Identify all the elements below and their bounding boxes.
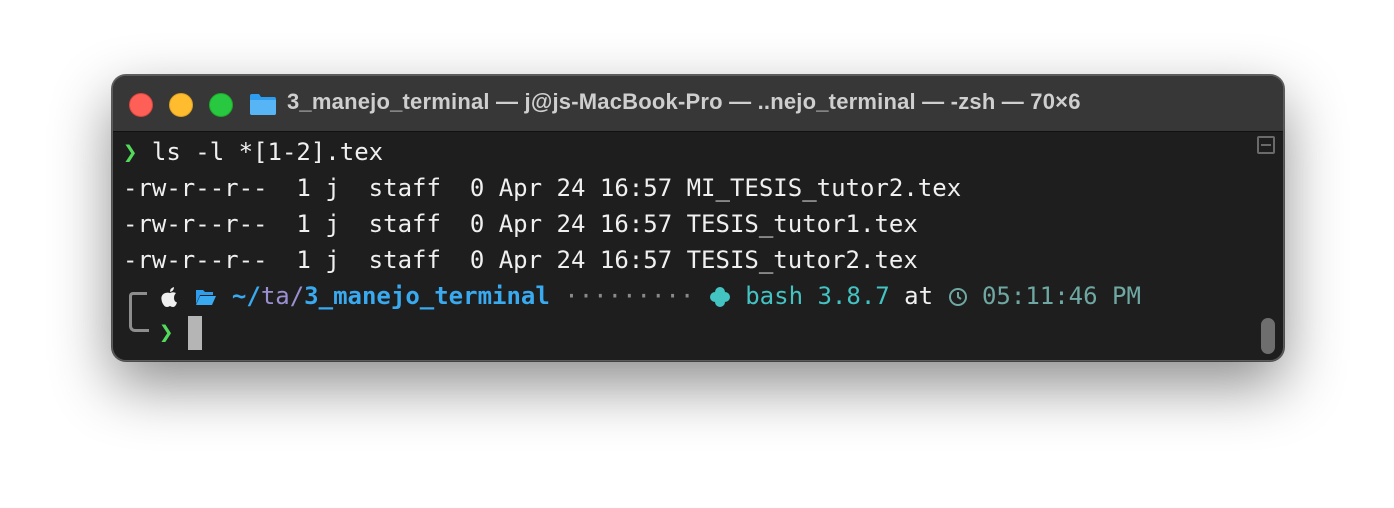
file-name: TESIS_tutor2.tex: [686, 246, 918, 274]
file-perms: -rw-r--r--: [123, 246, 268, 274]
title-bar[interactable]: 3_manejo_terminal — j@js-MacBook-Pro — .…: [113, 76, 1283, 132]
file-month: Apr: [498, 174, 543, 202]
command-line: ❯ ls -l *[1-2].tex: [123, 134, 1253, 170]
shell-version: bash 3.8.7: [745, 282, 890, 310]
file-day: 24: [556, 210, 586, 238]
clover-icon: [709, 287, 730, 307]
at-label: at: [904, 282, 934, 310]
path-prefix: ~/: [231, 282, 261, 310]
prompt-corner-top: [123, 278, 159, 314]
path-mid: ta/: [260, 282, 305, 310]
file-time: 16:57: [599, 246, 673, 274]
open-folder-icon: [196, 290, 217, 305]
prompt-symbol: ❯: [123, 138, 138, 166]
folder-icon: [250, 94, 276, 115]
file-links: 1: [296, 174, 311, 202]
file-size: 0: [469, 174, 485, 202]
terminal-content[interactable]: ❯ ls -l *[1-2].tex -rw-r--r-- 1 j staff …: [123, 134, 1253, 350]
file-links: 1: [296, 246, 311, 274]
file-month: Apr: [498, 246, 543, 274]
file-owner: j: [325, 174, 340, 202]
prompt-status-line: ~/ta/3_manejo_terminal ········· bash 3.…: [123, 278, 1253, 314]
path-current: 3_manejo_terminal: [304, 282, 550, 310]
file-perms: -rw-r--r--: [123, 174, 268, 202]
command-text: ls -l *[1-2].tex: [137, 138, 384, 166]
file-size: 0: [469, 210, 485, 238]
file-perms: -rw-r--r--: [123, 210, 268, 238]
file-group: staff: [368, 246, 441, 274]
prompt-separator-dots: ·········: [564, 282, 695, 310]
file-group: staff: [368, 210, 441, 238]
terminal-window: 3_manejo_terminal — j@js-MacBook-Pro — .…: [112, 75, 1284, 361]
split-pane-icon[interactable]: [1257, 136, 1275, 154]
listing-row: -rw-r--r-- 1 j staff 0 Apr 24 16:57 MI_T…: [123, 170, 1253, 206]
text-cursor: [187, 316, 202, 350]
input-prompt-symbol: ❯: [159, 318, 174, 346]
close-button[interactable]: [129, 93, 153, 117]
file-name: TESIS_tutor1.tex: [686, 210, 918, 238]
file-group: staff: [368, 174, 441, 202]
clock-icon: [948, 288, 967, 306]
file-links: 1: [296, 210, 311, 238]
window-title: 3_manejo_terminal — j@js-MacBook-Pro — .…: [287, 89, 1081, 114]
listing-row: -rw-r--r-- 1 j staff 0 Apr 24 16:57 TESI…: [123, 242, 1253, 278]
file-time: 16:57: [599, 210, 673, 238]
prompt-time: 05:11:46 PM: [981, 282, 1141, 310]
prompt-corner-bottom: [123, 314, 159, 350]
file-time: 16:57: [599, 174, 673, 202]
file-month: Apr: [498, 210, 543, 238]
file-name: MI_TESIS_tutor2.tex: [686, 174, 962, 202]
file-owner: j: [325, 210, 340, 238]
file-day: 24: [556, 174, 586, 202]
apple-icon: [161, 287, 177, 307]
input-line[interactable]: ❯: [123, 314, 1253, 350]
listing-row: -rw-r--r-- 1 j staff 0 Apr 24 16:57 TESI…: [123, 206, 1253, 242]
file-owner: j: [325, 246, 340, 274]
scrollbar-thumb[interactable]: [1261, 318, 1275, 354]
file-day: 24: [556, 246, 586, 274]
minimize-button[interactable]: [169, 93, 193, 117]
zoom-button[interactable]: [209, 93, 233, 117]
file-size: 0: [469, 246, 485, 274]
